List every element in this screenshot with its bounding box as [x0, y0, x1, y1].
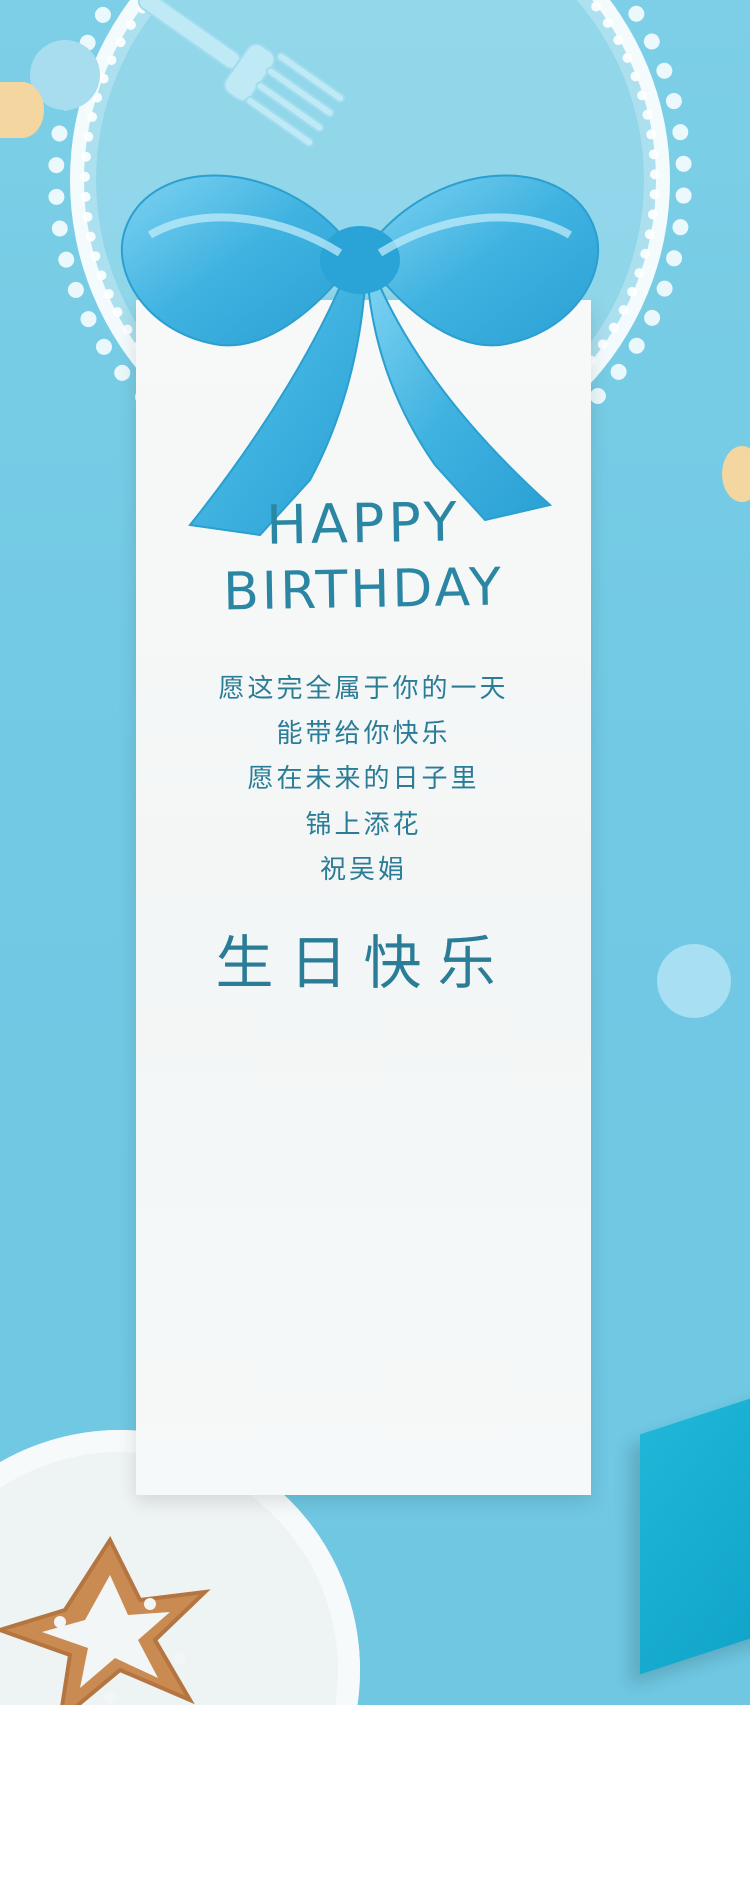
message-line: 祝吴娟: [320, 855, 408, 885]
heading-birthday: BIRTHDAY: [222, 557, 505, 623]
message-line: 愿在未来的日子里: [247, 764, 480, 794]
message-line: 能带给你快乐: [276, 719, 451, 749]
closing-wish: 生日快乐: [215, 929, 512, 997]
blank-bottom-area: [0, 1705, 750, 1897]
confetti-dot: [0, 82, 44, 138]
gift-box-decoration: [640, 1385, 750, 1675]
message-line: 锦上添花: [305, 810, 422, 840]
message-line: 愿这完全属于你的一天: [218, 674, 509, 704]
heading-happy: HAPPY: [265, 490, 462, 557]
greeting-card: HAPPY BIRTHDAY 愿这完全属于你的一天 能带给你快乐 愿在未来的日子…: [0, 0, 750, 1705]
confetti-dot: [657, 944, 731, 1018]
star-cookie-icon: [0, 1535, 211, 1705]
